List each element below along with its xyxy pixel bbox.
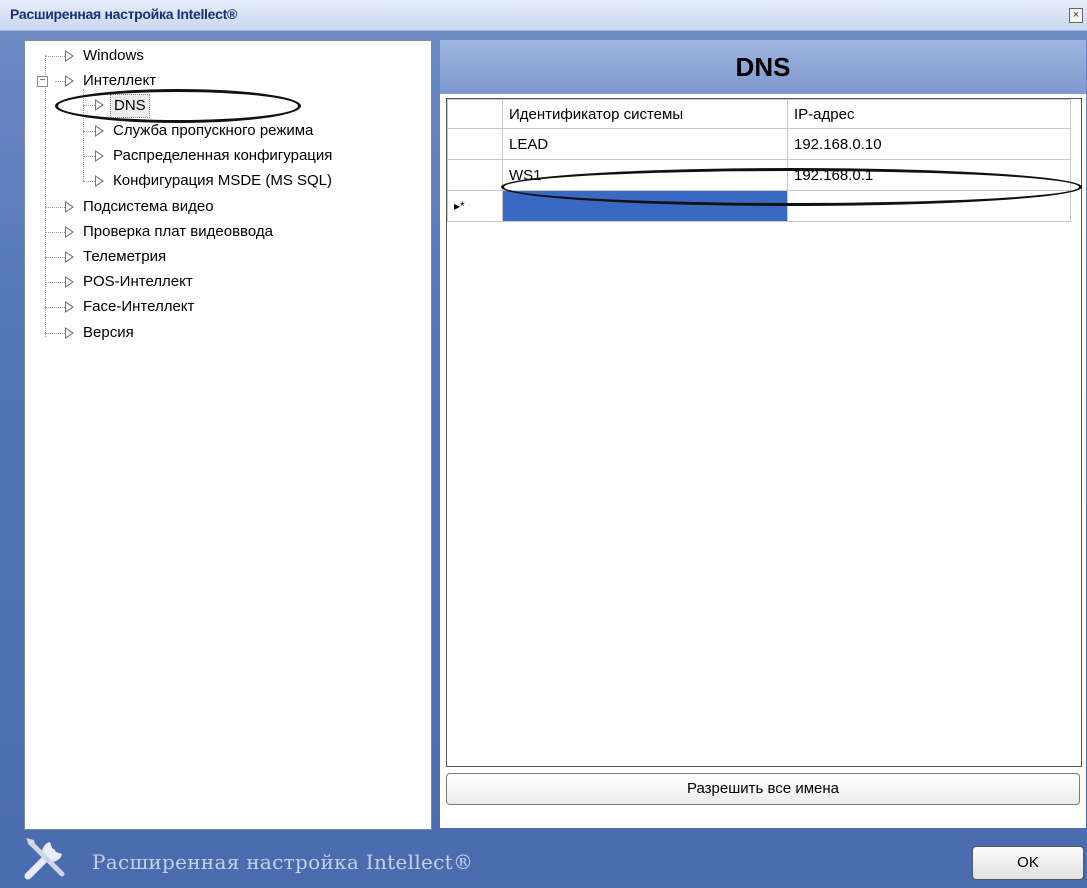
collapse-icon[interactable]: −: [37, 76, 48, 87]
tree-item-label: Распределенная конфигурация: [113, 147, 333, 164]
column-header-system-id[interactable]: Идентификатор системы: [502, 99, 788, 129]
resolve-all-names-button[interactable]: Разрешить все имена: [446, 773, 1080, 805]
cell-ip[interactable]: 192.168.0.1: [787, 159, 1071, 191]
tree-item-version[interactable]: Версия: [65, 322, 137, 344]
node-icon: [95, 125, 104, 137]
tree-item-video-subsystem[interactable]: Подсистема видео: [65, 196, 217, 218]
tree-item-msde-config[interactable]: Конфигурация MSDE (MS SQL): [95, 170, 335, 192]
tree-item-label: Телеметрия: [83, 248, 167, 265]
tree-item-access-control[interactable]: Служба пропускного режима: [95, 120, 316, 142]
node-icon: [65, 251, 74, 263]
node-icon: [65, 276, 74, 288]
tree-item-label: Интеллект: [83, 72, 157, 89]
row-selector[interactable]: [447, 128, 503, 160]
tree-item-intellect[interactable]: Интеллект: [65, 70, 159, 92]
tree-item-label: POS-Интеллект: [83, 273, 193, 290]
dns-table: Идентификатор системы IP-адрес LEAD 192.…: [447, 99, 1071, 222]
tree-item-label: Конфигурация MSDE (MS SQL): [113, 172, 333, 189]
row-selector[interactable]: [447, 159, 503, 191]
new-row[interactable]: ▸*: [447, 190, 1071, 222]
node-icon: [65, 75, 74, 87]
tree-item-label: Версия: [83, 324, 134, 341]
tree-item-dns[interactable]: DNS: [95, 94, 150, 118]
node-icon: [65, 226, 74, 238]
column-header-ip[interactable]: IP-адрес: [787, 99, 1071, 129]
title-bar: Расширенная настройка Intellect® ×: [0, 0, 1087, 31]
close-icon[interactable]: ×: [1069, 8, 1083, 23]
node-icon: [65, 50, 74, 62]
tools-logo-icon: [24, 838, 65, 880]
panel-title: DNS: [440, 40, 1086, 94]
tree-item-telemetry[interactable]: Телеметрия: [65, 246, 169, 268]
row-header-corner: [447, 99, 503, 129]
new-row-marker: ▸*: [447, 190, 503, 222]
cell-system-id-new[interactable]: [502, 190, 788, 222]
node-icon: [65, 301, 74, 313]
dns-panel: DNS Идентификатор системы IP-адрес LEAD …: [440, 40, 1086, 828]
cell-ip[interactable]: 192.168.0.10: [787, 128, 1071, 160]
ok-button[interactable]: OK: [972, 846, 1084, 880]
tree-item-label: Windows: [83, 47, 144, 64]
cell-system-id[interactable]: LEAD: [502, 128, 788, 160]
dns-grid[interactable]: Идентификатор системы IP-адрес LEAD 192.…: [446, 98, 1082, 767]
cell-ip-new[interactable]: [787, 190, 1071, 222]
node-icon: [65, 201, 74, 213]
tree-item-pos-intellect[interactable]: POS-Интеллект: [65, 271, 196, 293]
tree-item-distributed-config[interactable]: Распределенная конфигурация: [95, 145, 335, 167]
tree-item-label: Проверка плат видеоввода: [83, 223, 273, 240]
cell-system-id[interactable]: WS1: [502, 159, 788, 191]
highlight-ellipse: [55, 89, 301, 123]
node-icon: [95, 175, 104, 187]
window-title: Расширенная настройка Intellect®: [10, 6, 237, 22]
table-row[interactable]: LEAD 192.168.0.10: [447, 128, 1071, 160]
tree-item-windows[interactable]: Windows: [65, 45, 147, 67]
node-icon: [95, 99, 104, 111]
settings-tree[interactable]: − Windows Интеллект DNS Служба пропускно…: [24, 40, 432, 830]
node-icon: [65, 327, 74, 339]
node-icon: [95, 150, 104, 162]
tree-item-label: Служба пропускного режима: [113, 122, 314, 139]
tree-item-face-intellect[interactable]: Face-Интеллект: [65, 296, 197, 318]
table-row[interactable]: WS1 192.168.0.1: [447, 159, 1071, 191]
table-header-row: Идентификатор системы IP-адрес: [447, 99, 1071, 129]
tree-item-capture-board-check[interactable]: Проверка плат видеоввода: [65, 221, 276, 243]
tree-item-label: Подсистема видео: [83, 198, 214, 215]
settings-window: Расширенная настройка Intellect® × − Win…: [0, 0, 1087, 888]
footer-brand: Расширенная настройка Intellect®: [92, 850, 474, 874]
tree-item-label: DNS: [110, 94, 150, 118]
tree-item-label: Face-Интеллект: [83, 298, 195, 315]
